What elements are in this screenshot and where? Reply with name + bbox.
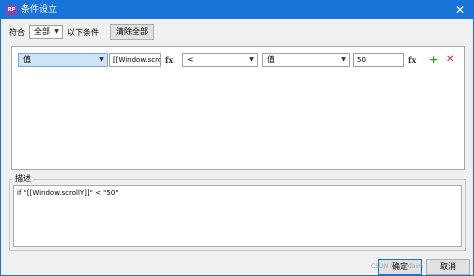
app-icon: RP: [6, 5, 17, 15]
close-icon[interactable]: ✕: [449, 1, 471, 19]
description-legend: 描述: [13, 174, 33, 184]
right-value-input[interactable]: 50: [353, 53, 404, 67]
title-bar[interactable]: RP 条件设立 ✕: [1, 1, 473, 19]
chevron-down-icon: ▼: [54, 28, 59, 35]
right-type-select[interactable]: 值 ▼: [262, 53, 350, 67]
clear-all-button[interactable]: 清除全部: [110, 24, 154, 40]
right-type-value: 值: [267, 55, 275, 64]
match-suffix-label: 以下条件: [67, 28, 99, 37]
remove-condition-icon[interactable]: ✕: [446, 54, 454, 66]
left-value-input[interactable]: [[Window.scrollY]]: [109, 53, 161, 67]
left-type-select[interactable]: 值 ▼: [18, 53, 108, 67]
match-mode-value: 全部: [34, 27, 50, 36]
dialog-title: 条件设立: [21, 5, 58, 15]
right-fx-button[interactable]: fx: [408, 54, 416, 66]
match-mode-select[interactable]: 全部 ▼: [29, 25, 63, 39]
cancel-button[interactable]: 取消: [426, 259, 470, 275]
condition-dialog: RP 条件设立 ✕ 符合 全部 ▼ 以下条件 清除全部 值 ▼ [[Window…: [0, 0, 474, 276]
left-type-value: 值: [23, 55, 31, 64]
add-condition-icon[interactable]: +: [429, 54, 438, 66]
description-text: if "[[Window.scrollY]]" < "50": [13, 185, 462, 247]
watermark: CSDN @小小daim: [371, 263, 424, 270]
chevron-down-icon: ▼: [249, 56, 254, 63]
operator-value: <: [187, 55, 194, 64]
left-fx-button[interactable]: fx: [165, 54, 173, 66]
match-label: 符合: [9, 28, 25, 37]
operator-select[interactable]: < ▼: [182, 53, 258, 67]
condition-list: 值 ▼ [[Window.scrollY]] fx < ▼ 值 ▼ 50 fx …: [11, 46, 465, 170]
chevron-down-icon: ▼: [341, 56, 346, 63]
chevron-down-icon: ▼: [99, 56, 104, 63]
